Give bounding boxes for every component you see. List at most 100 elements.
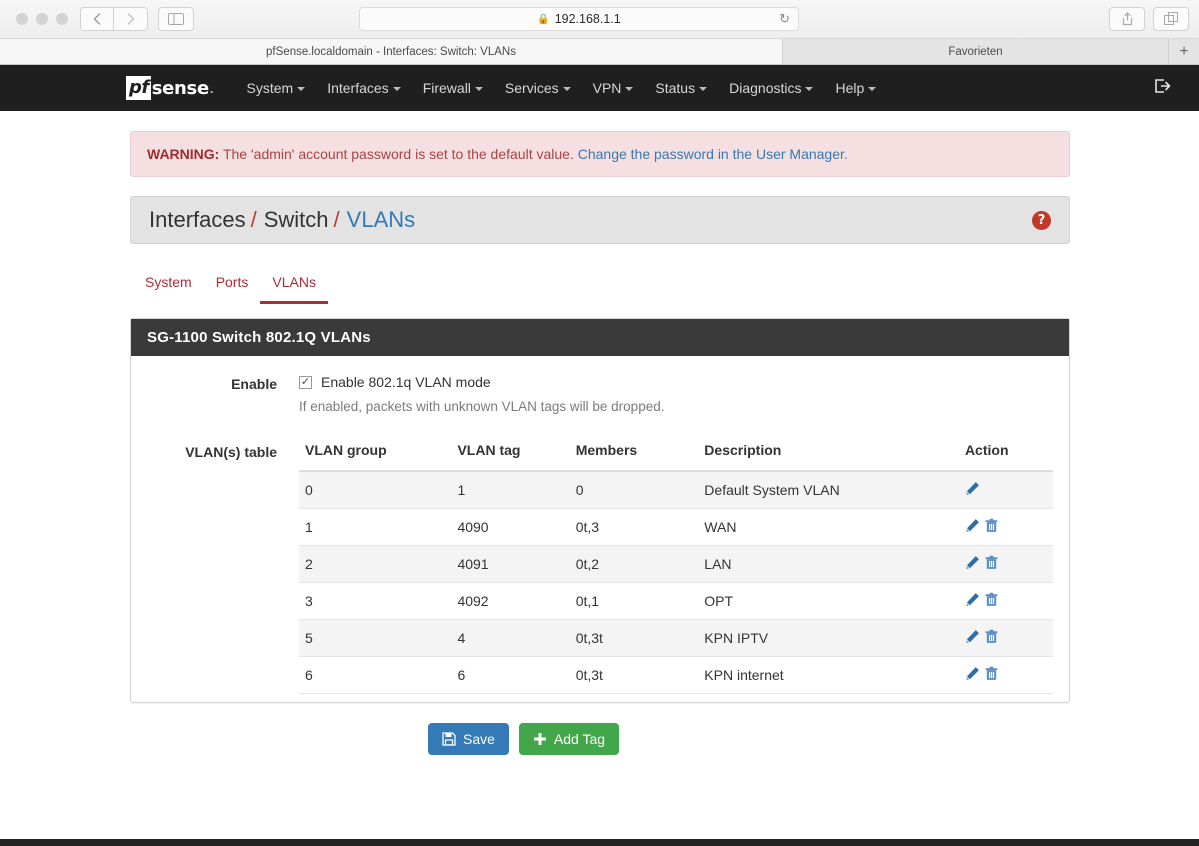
warning-text: The 'admin' account password is set to t…: [222, 146, 574, 162]
content-container: WARNING: The 'admin' account password is…: [130, 131, 1070, 244]
page-footer: pfSense is developed and maintained by N…: [0, 839, 1199, 846]
save-button[interactable]: Save: [428, 723, 509, 755]
nav-item-help[interactable]: Help: [824, 74, 887, 102]
save-button-label: Save: [463, 731, 495, 747]
minimize-window-button[interactable]: [36, 13, 48, 25]
maximize-window-button[interactable]: [56, 13, 68, 25]
nav-item-diagnostics[interactable]: Diagnostics: [718, 74, 824, 102]
breadcrumb: Interfaces / Switch / VLANs ?: [130, 196, 1070, 244]
address-bar[interactable]: 🔒 192.168.1.1 ↻: [359, 7, 799, 31]
vlan-members-cell: 0t,3t: [569, 656, 699, 694]
table-row: 2 4091 0t,2 LAN: [299, 545, 1053, 583]
pencil-icon[interactable]: [965, 666, 980, 684]
pfsense-logo[interactable]: pf sense .: [126, 76, 214, 100]
vlan-description-cell: KPN internet: [698, 656, 959, 694]
nav-item-services[interactable]: Services: [494, 74, 582, 102]
chevron-down-icon: [562, 87, 571, 92]
change-password-link[interactable]: Change the password in the User Manager.: [578, 146, 848, 162]
table-row: 1 4090 0t,3 WAN: [299, 508, 1053, 546]
browser-chrome: 🔒 192.168.1.1 ↻ pfSense.localdomain - In…: [0, 0, 1199, 65]
window-controls[interactable]: [16, 13, 68, 25]
back-button[interactable]: [80, 7, 114, 31]
nav-item-firewall-label: Firewall: [422, 80, 471, 96]
column-header-action: Action: [958, 440, 1053, 472]
tab-ports[interactable]: Ports: [204, 266, 261, 304]
vlan-description-cell: KPN IPTV: [698, 619, 959, 657]
enable-vlan-mode-checkbox-row[interactable]: ✓ Enable 802.1q VLAN mode: [299, 374, 1053, 390]
enable-help-text: If enabled, packets with unknown VLAN ta…: [299, 399, 665, 414]
vlan-description-cell: WAN: [698, 508, 959, 546]
new-tab-button[interactable]: +: [1169, 39, 1199, 64]
nav-item-vpn[interactable]: VPN: [582, 74, 645, 102]
browser-tab-favorites[interactable]: Favorieten: [783, 39, 1169, 64]
breadcrumb-item-switch[interactable]: Switch: [264, 207, 329, 233]
breadcrumb-item-interfaces[interactable]: Interfaces: [149, 207, 246, 233]
page-content: WARNING: The 'admin' account password is…: [0, 131, 1199, 846]
nav-item-interfaces[interactable]: Interfaces: [316, 74, 411, 102]
pencil-icon[interactable]: [965, 555, 980, 573]
column-header-members: Members: [569, 440, 699, 472]
vlan-members-cell: 0t,3: [569, 508, 699, 546]
pencil-icon[interactable]: [965, 518, 980, 536]
column-header-vlan-tag: VLAN tag: [451, 440, 570, 472]
enable-vlan-mode-checkbox[interactable]: ✓: [299, 375, 312, 389]
table-row: 0 1 0 Default System VLAN: [299, 471, 1053, 509]
vlan-members-cell: 0t,3t: [569, 619, 699, 657]
nav-item-vpn-label: VPN: [592, 80, 622, 96]
close-window-button[interactable]: [16, 13, 28, 25]
trash-icon[interactable]: [984, 555, 999, 573]
pencil-icon[interactable]: [965, 592, 980, 610]
breadcrumb-separator: /: [333, 207, 340, 232]
column-header-vlan-group: VLAN group: [299, 440, 452, 472]
trash-icon[interactable]: [984, 629, 999, 647]
help-circle-icon[interactable]: ?: [1032, 210, 1051, 230]
address-text: 192.168.1.1: [554, 12, 621, 26]
chevron-down-icon: [392, 87, 401, 92]
nav-item-status[interactable]: Status: [644, 74, 718, 102]
logo-dot: .: [209, 80, 214, 96]
panel-title: SG-1100 Switch 802.1Q VLANs: [131, 319, 1069, 356]
browser-tab-active[interactable]: pfSense.localdomain - Interfaces: Switch…: [0, 39, 783, 64]
vlan-group-cell: 3: [299, 582, 452, 620]
chevron-down-icon: [699, 87, 708, 92]
tabs-overview-icon[interactable]: [1153, 7, 1189, 31]
forward-button[interactable]: [114, 7, 148, 31]
add-tag-button-label: Add Tag: [553, 731, 606, 747]
tab-vlans[interactable]: VLANs: [260, 266, 328, 304]
plus-icon: [533, 732, 547, 746]
enable-field: ✓ Enable 802.1q VLAN mode If enabled, pa…: [299, 374, 1053, 414]
logout-icon[interactable]: [1153, 77, 1175, 100]
vlan-tag-cell: 4091: [451, 545, 570, 583]
vlan-description-cell: LAN: [698, 545, 959, 583]
tab-system[interactable]: System: [133, 266, 204, 304]
nav-item-services-label: Services: [504, 80, 559, 96]
share-icon[interactable]: [1109, 7, 1145, 31]
nav-item-firewall[interactable]: Firewall: [412, 74, 494, 102]
browser-tab-bar: pfSense.localdomain - Interfaces: Switch…: [0, 38, 1199, 64]
vlan-table-block: VLAN(s) table VLAN group VLAN tag Member…: [131, 440, 1069, 694]
vlan-action-cell: [958, 656, 1053, 694]
navigation-buttons: [80, 7, 148, 31]
trash-icon[interactable]: [984, 518, 999, 536]
add-tag-button[interactable]: Add Tag: [518, 723, 620, 755]
vlan-tag-cell: 6: [451, 656, 570, 694]
vlan-group-cell: 2: [299, 545, 452, 583]
pfsense-navbar: pf sense . System Interfaces Firewall Se…: [0, 65, 1199, 111]
lock-icon: 🔒: [537, 13, 550, 25]
vlan-action-cell: [958, 471, 1053, 509]
nav-item-system[interactable]: System: [236, 74, 317, 102]
vlan-group-cell: 0: [299, 471, 452, 509]
pencil-icon[interactable]: [965, 629, 980, 647]
reload-icon[interactable]: ↻: [779, 11, 790, 27]
enable-vlan-mode-label: Enable 802.1q VLAN mode: [321, 374, 491, 390]
trash-icon[interactable]: [984, 666, 999, 684]
sidebar-toggle-icon[interactable]: [158, 7, 194, 31]
pencil-icon[interactable]: [965, 481, 980, 499]
tab-bar: System Ports VLANs: [133, 266, 1199, 304]
browser-toolbar: 🔒 192.168.1.1 ↻: [0, 0, 1199, 38]
breadcrumb-item-vlans[interactable]: VLANs: [347, 207, 415, 233]
trash-icon[interactable]: [984, 592, 999, 610]
table-header-row: VLAN group VLAN tag Members Description …: [299, 440, 1053, 472]
column-header-description: Description: [698, 440, 959, 472]
vlan-action-cell: [958, 619, 1053, 657]
